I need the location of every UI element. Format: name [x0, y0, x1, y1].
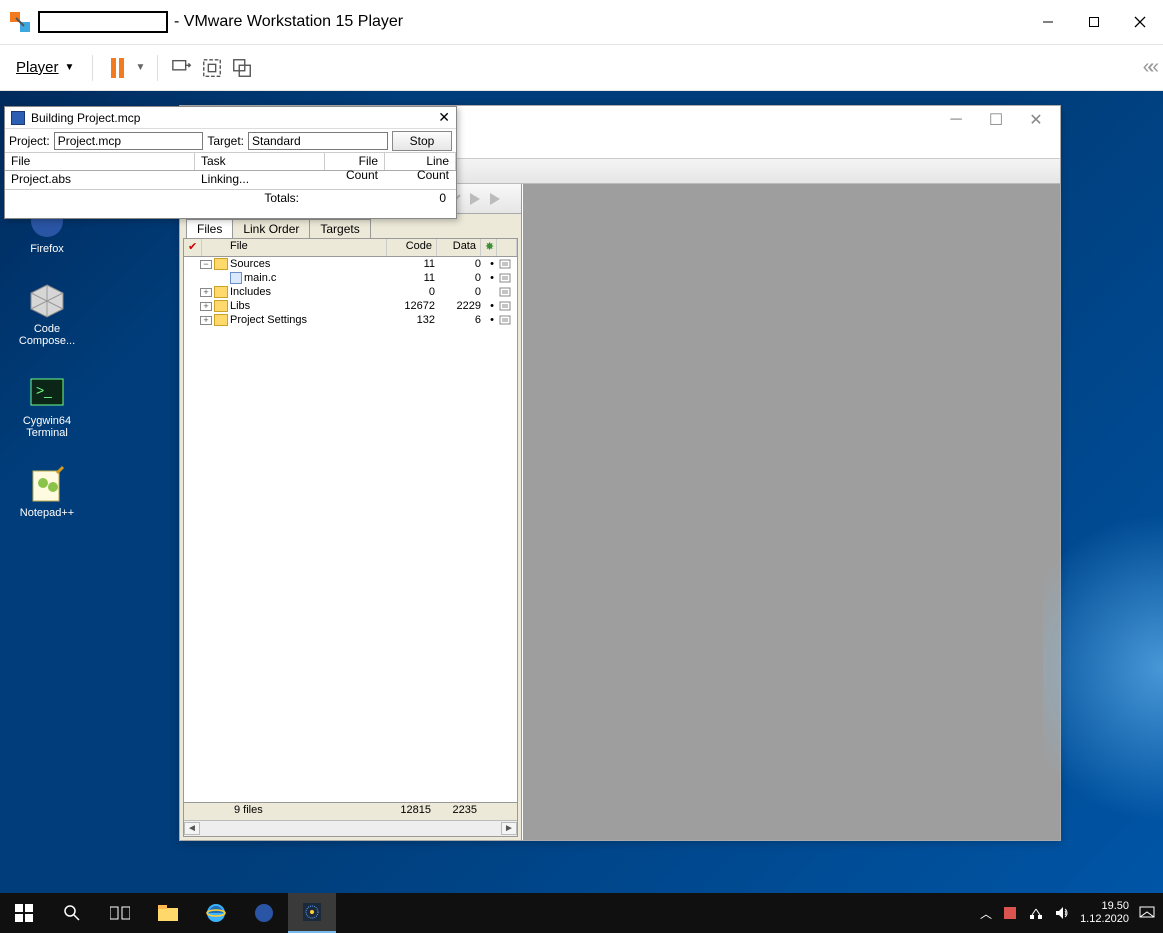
pause-dropdown-icon[interactable]: ▼ [135, 62, 145, 73]
separator [157, 55, 158, 81]
file-tree-footer: 9 files 12815 2235 [184, 802, 517, 820]
folder-icon [214, 258, 228, 270]
guest-desktop: Firefox Code Compose... >_ Cygwin64 Term… [0, 91, 1163, 933]
expand-icon[interactable]: − [200, 260, 212, 269]
stop-button[interactable]: Stop [392, 131, 452, 151]
expand-icon[interactable]: + [200, 302, 212, 311]
separator [92, 55, 93, 81]
build-dialog-titlebar[interactable]: Building Project.mcp ✕ [5, 107, 456, 129]
tray-volume-icon[interactable] [1054, 905, 1070, 921]
row-menu-icon[interactable] [499, 259, 517, 269]
pause-vm-button[interactable] [105, 56, 129, 80]
debug-column-icon[interactable]: ✸ [481, 239, 497, 256]
row-menu-icon[interactable] [499, 287, 517, 297]
notepadpp-icon [27, 465, 67, 505]
fullscreen-icon[interactable] [200, 56, 224, 80]
desktop-icon-codecomposer[interactable]: Code Compose... [12, 281, 82, 347]
file-tree-row[interactable]: +Includes00 [184, 285, 517, 299]
file-tree-row[interactable]: +Project Settings1326• [184, 313, 517, 327]
build-dialog-icon [11, 111, 25, 125]
file-tree-row[interactable]: main.c110• [184, 271, 517, 285]
editor-area [522, 184, 1060, 840]
taskbar-ie[interactable] [192, 893, 240, 933]
minimize-button[interactable] [1025, 0, 1071, 45]
vm-name-redacted [38, 11, 168, 33]
file-icon [230, 272, 242, 284]
search-button[interactable] [48, 893, 96, 933]
build-totals: Totals: 0 [5, 189, 456, 207]
tray-notifications-icon[interactable] [1139, 905, 1155, 921]
expand-icon[interactable]: + [200, 316, 212, 325]
collapse-toolbar-icon[interactable]: «« [1143, 56, 1153, 79]
send-ctrl-alt-del-icon[interactable] [170, 56, 194, 80]
system-tray: ︿ 19.50 1.12.2020 [972, 900, 1163, 925]
file-tree: ✔ File Code Data ✸ −Sources110•main.c110… [183, 238, 518, 837]
build-dialog-title: Building Project.mcp [31, 111, 140, 125]
maximize-button[interactable] [1071, 0, 1117, 45]
file-column[interactable]: File [202, 239, 387, 256]
scroll-right-icon[interactable]: ► [501, 822, 517, 835]
taskbar-explorer[interactable] [144, 893, 192, 933]
row-menu-icon[interactable] [499, 315, 517, 325]
play-icon[interactable] [486, 191, 502, 207]
row-menu-icon[interactable] [499, 301, 517, 311]
check-column-icon[interactable]: ✔ [184, 239, 202, 256]
build-columns: File Task File Count Line Count [5, 153, 456, 171]
folder-icon [214, 286, 228, 298]
horizontal-scrollbar[interactable]: ◄ ► [184, 820, 517, 836]
build-close-button[interactable]: ✕ [438, 109, 450, 126]
ide-maximize-button[interactable]: ☐ [976, 108, 1016, 132]
taskbar-firefox[interactable] [240, 893, 288, 933]
taskbar-ide[interactable] [288, 893, 336, 933]
project-label: Project: [9, 134, 50, 148]
player-menu[interactable]: Player▼ [10, 57, 80, 78]
tray-clock[interactable]: 19.50 1.12.2020 [1080, 900, 1129, 925]
file-tree-header: ✔ File Code Data ✸ [184, 239, 517, 257]
project-panel: Full Chip Simulation Files Link Order Ta… [180, 184, 522, 840]
project-field[interactable] [54, 132, 204, 150]
task-view-button[interactable] [96, 893, 144, 933]
code-column[interactable]: Code [387, 239, 437, 256]
tab-targets[interactable]: Targets [309, 219, 370, 238]
cube-icon [27, 281, 67, 321]
scroll-left-icon[interactable]: ◄ [184, 822, 200, 835]
tray-security-icon[interactable] [1002, 905, 1018, 921]
tab-files[interactable]: Files [186, 219, 233, 238]
build-row: Project.abs Linking... [5, 171, 456, 189]
svg-text:>_: >_ [36, 382, 52, 398]
vmware-title: - VMware Workstation 15 Player [174, 13, 403, 31]
expand-icon[interactable]: + [200, 288, 212, 297]
target-label: Target: [207, 134, 244, 148]
row-menu-icon[interactable] [499, 273, 517, 283]
desktop-icon-cygwin[interactable]: >_ Cygwin64 Terminal [12, 373, 82, 439]
target-column[interactable] [497, 239, 517, 256]
build-dialog: Building Project.mcp ✕ Project: Target: … [4, 106, 457, 219]
file-tree-row[interactable]: +Libs126722229• [184, 299, 517, 313]
close-button[interactable] [1117, 0, 1163, 45]
vmware-logo-icon [6, 8, 34, 36]
desktop-icon-notepadpp[interactable]: Notepad++ [12, 465, 82, 519]
data-column[interactable]: Data [437, 239, 481, 256]
folder-icon [214, 314, 228, 326]
tab-link-order[interactable]: Link Order [232, 219, 310, 238]
vmware-titlebar: - VMware Workstation 15 Player [0, 0, 1163, 45]
unity-mode-icon[interactable] [230, 56, 254, 80]
terminal-icon: >_ [27, 373, 67, 413]
ide-minimize-button[interactable]: ─ [936, 108, 976, 132]
target-field[interactable] [248, 132, 388, 150]
tray-network-icon[interactable] [1028, 905, 1044, 921]
folder-icon [214, 300, 228, 312]
start-button[interactable] [0, 893, 48, 933]
vmware-toolbar: Player▼ ▼ «« [0, 45, 1163, 91]
ide-close-button[interactable]: ✕ [1016, 108, 1056, 132]
file-tree-row[interactable]: −Sources110• [184, 257, 517, 271]
taskbar: ︿ 19.50 1.12.2020 [0, 893, 1163, 933]
desktop-icons: Firefox Code Compose... >_ Cygwin64 Term… [12, 201, 82, 520]
play-icon[interactable] [466, 191, 482, 207]
tray-expand-icon[interactable]: ︿ [980, 905, 992, 922]
